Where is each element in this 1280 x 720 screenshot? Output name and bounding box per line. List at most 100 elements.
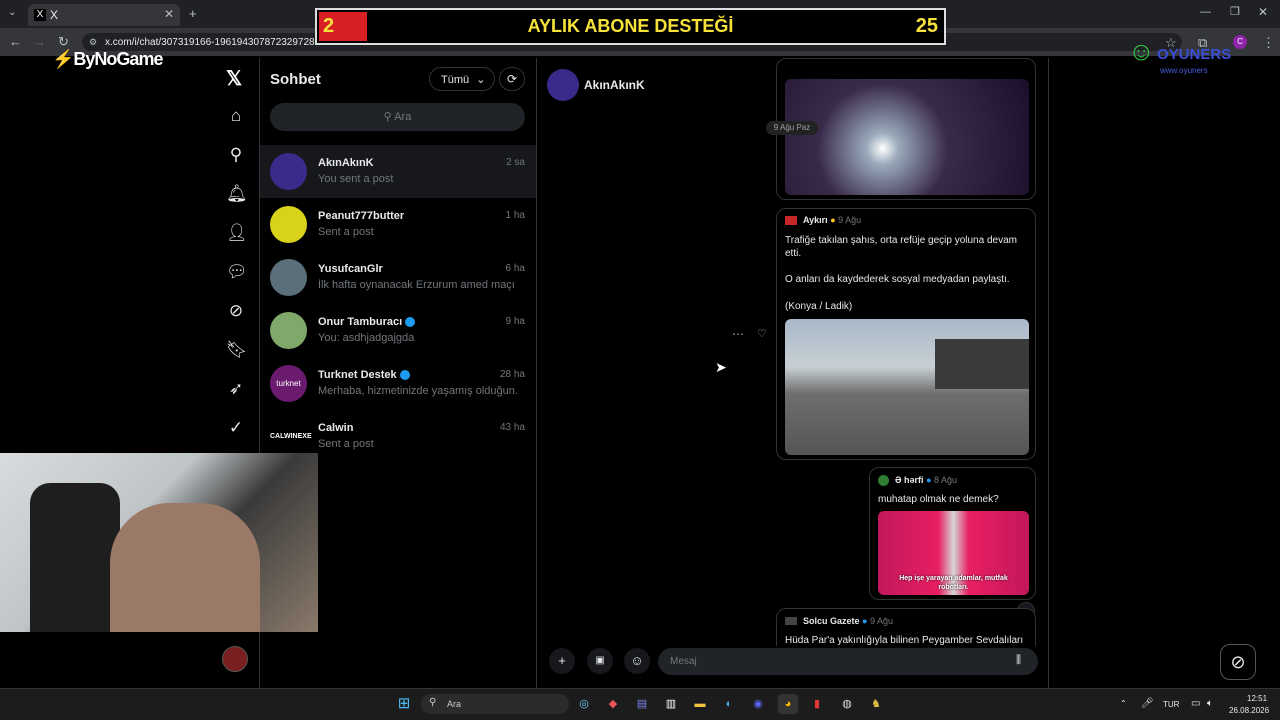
file-explorer-icon[interactable]: ▬ [690, 694, 710, 714]
post-date: 9 Ağu [838, 215, 862, 225]
mic-icon[interactable]: 🎤︎ [1141, 698, 1154, 709]
conversation-name: Peanut777butter [318, 210, 405, 222]
site-info-icon[interactable]: ⚙ [89, 37, 97, 48]
trucks-image-detail [935, 339, 1029, 389]
post-source: Solcu Gazete ● 9 Ağu [803, 616, 893, 626]
back-icon[interactable]: ← [9, 34, 22, 49]
post-image: Hep işe yarayan adamlar, mutfak robotlar… [878, 511, 1029, 595]
language-indicator[interactable]: TUR [1163, 700, 1179, 709]
search-input[interactable]: ⚲ Ara [270, 103, 525, 131]
new-tab-icon[interactable]: + [189, 6, 197, 21]
post-image [785, 319, 1029, 455]
messages-icon[interactable]: 💬︎ [226, 262, 248, 282]
chevron-down-icon: ⌄ [476, 74, 486, 86]
gif-icon[interactable]: ▣ [587, 648, 613, 674]
discord-icon[interactable]: ◉ [748, 694, 768, 714]
post-text: (Konya / Ladik) [785, 301, 853, 312]
conversation-time: 1 ha [505, 210, 525, 221]
emoji-icon[interactable]: ☺ [624, 648, 650, 674]
banner-count-right: 25 [915, 15, 938, 37]
turknet-logo: turknet [276, 379, 301, 388]
avatar: CALWINEXE [270, 418, 312, 455]
post-source-name: Ə hərfi [895, 475, 924, 485]
conversation-name: AkınAkınK [318, 157, 374, 169]
conversation-preview: Sent a post [318, 438, 374, 450]
account-avatar[interactable] [222, 646, 248, 672]
conversation-time: 9 ha [505, 316, 525, 327]
edge-icon[interactable]: ◐ [719, 694, 739, 714]
close-tab-icon[interactable]: ✕ [164, 7, 174, 21]
browser-menu-icon[interactable]: ⋮ [1262, 35, 1275, 51]
office-icon[interactable]: ◆ [603, 694, 623, 714]
voice-message-icon[interactable]: ⫼ [1016, 654, 1021, 667]
shared-post-herfi[interactable]: Ə hərfi ● 8 Ağu muhatap olmak ne demek? … [869, 467, 1036, 600]
conversation-item[interactable]: Onur Tamburacı You: asdhjadgajgda 9 ha [260, 304, 536, 357]
shared-post-solcu[interactable]: Solcu Gazete ● 9 Ağu Hüda Par'a yakınlığ… [776, 608, 1036, 646]
maximize-icon[interactable]: ❐ [1230, 5, 1240, 18]
conversation-time: 28 ha [499, 369, 525, 380]
conversation-item[interactable]: YusufcanGlr İlk hafta oynanacak Erzurum … [260, 251, 536, 304]
banner-text: AYLIK ABONE DESTEĞİ [527, 16, 734, 36]
taskbar-search[interactable]: ⚲ Ara [421, 694, 569, 714]
store-icon[interactable]: ▥ [661, 694, 681, 714]
message-input[interactable]: Mesaj [658, 648, 1038, 675]
conversation-item[interactable]: AkınAkınK You sent a post 2 sa [260, 145, 536, 198]
tab-list-icon[interactable]: ⌄ [8, 7, 16, 18]
add-media-icon[interactable]: + [549, 648, 575, 674]
conversation-name: Onur Tamburacı [318, 316, 416, 328]
post-text: Hüda Par'a yakınlığıyla bilinen Peygambe… [785, 635, 1024, 646]
streamer-figure [110, 503, 260, 632]
grok-icon[interactable]: ⊘ [226, 301, 246, 321]
browser-tab[interactable]: X X ✕ [28, 4, 180, 26]
forward-icon[interactable]: → [33, 34, 46, 49]
bookmarks-icon[interactable]: 🔖︎ [226, 340, 248, 360]
message-react-icon[interactable]: ♡ [757, 327, 767, 340]
home-icon[interactable]: ⌂ [226, 106, 246, 126]
obs-icon[interactable]: ◍ [837, 694, 857, 714]
follow-icon[interactable]: 👤︎ [226, 223, 248, 243]
shared-post-aykiri[interactable]: Aykırı ● 9 Ağu Trafiğe takılan şahıs, or… [776, 208, 1036, 460]
profile-avatar[interactable]: C [1233, 35, 1247, 49]
clock-date[interactable]: 26.08.2026 [1229, 706, 1269, 715]
chrome-icon[interactable]: ◕ [778, 694, 798, 714]
notifications-icon[interactable]: 🔔︎ [226, 184, 248, 204]
conversation-preview: You sent a post [318, 173, 394, 185]
donation-banner: 2 AYLIK ABONE DESTEĞİ 25 [315, 8, 946, 45]
copilot-icon[interactable]: ◎ [574, 694, 594, 714]
conversation-item[interactable]: turknet Turknet Destek Merhaba, hizmetin… [260, 357, 536, 410]
close-window-icon[interactable]: ✕ [1258, 5, 1268, 19]
conversation-name-text: Onur Tamburacı [318, 316, 403, 328]
teams-icon[interactable]: ▤ [632, 694, 652, 714]
x-logo-icon[interactable]: 𝕏 [226, 66, 242, 91]
filter-dropdown[interactable]: Tümü ⌄ [429, 67, 495, 91]
avatar [270, 153, 307, 190]
oyuners-url: www.oyuners [1160, 66, 1208, 75]
tray-expand-icon[interactable]: ⌃ [1120, 699, 1127, 708]
clock-time[interactable]: 12:51 [1247, 694, 1267, 703]
verified-badge-icon: ● [862, 616, 868, 626]
network-icon[interactable]: ▭ [1191, 698, 1200, 709]
verified-orgs-icon[interactable]: ✓ [226, 418, 246, 438]
reload-icon[interactable]: ↻ [58, 34, 69, 50]
conversation-name: YusufcanGlr [318, 263, 383, 275]
minimize-icon[interactable]: — [1200, 6, 1211, 18]
contact-name[interactable]: AkınAkınK [584, 78, 645, 92]
app-red-icon[interactable]: ▮ [807, 694, 827, 714]
webcam-overlay [0, 453, 318, 632]
volume-icon[interactable]: 🔈︎ [1207, 698, 1213, 709]
premium-icon[interactable]: ➶ [226, 379, 246, 399]
post-source: Ə hərfi ● 8 Ağu [895, 475, 957, 485]
search-icon[interactable]: ⚲ [226, 145, 246, 165]
url-text: x.com/i/chat/307319166-19619430787232972… [105, 37, 321, 48]
new-chat-icon[interactable]: ⟳ [499, 67, 525, 91]
grok-floating-icon[interactable]: ⊘ [1220, 644, 1256, 680]
conversation-name: Calwin [318, 422, 354, 434]
start-icon[interactable]: ⊞ [394, 694, 414, 714]
calwin-logo: CALWINEXE [270, 433, 312, 440]
app-yellow-icon[interactable]: ♞ [866, 694, 886, 714]
conversation-item[interactable]: Peanut777butter Sent a post 1 ha [260, 198, 536, 251]
page-title: Sohbet [270, 71, 321, 88]
post-date: 8 Ağu [934, 475, 958, 485]
message-more-icon[interactable]: ⋯ [732, 327, 744, 341]
contact-avatar[interactable] [547, 69, 579, 101]
